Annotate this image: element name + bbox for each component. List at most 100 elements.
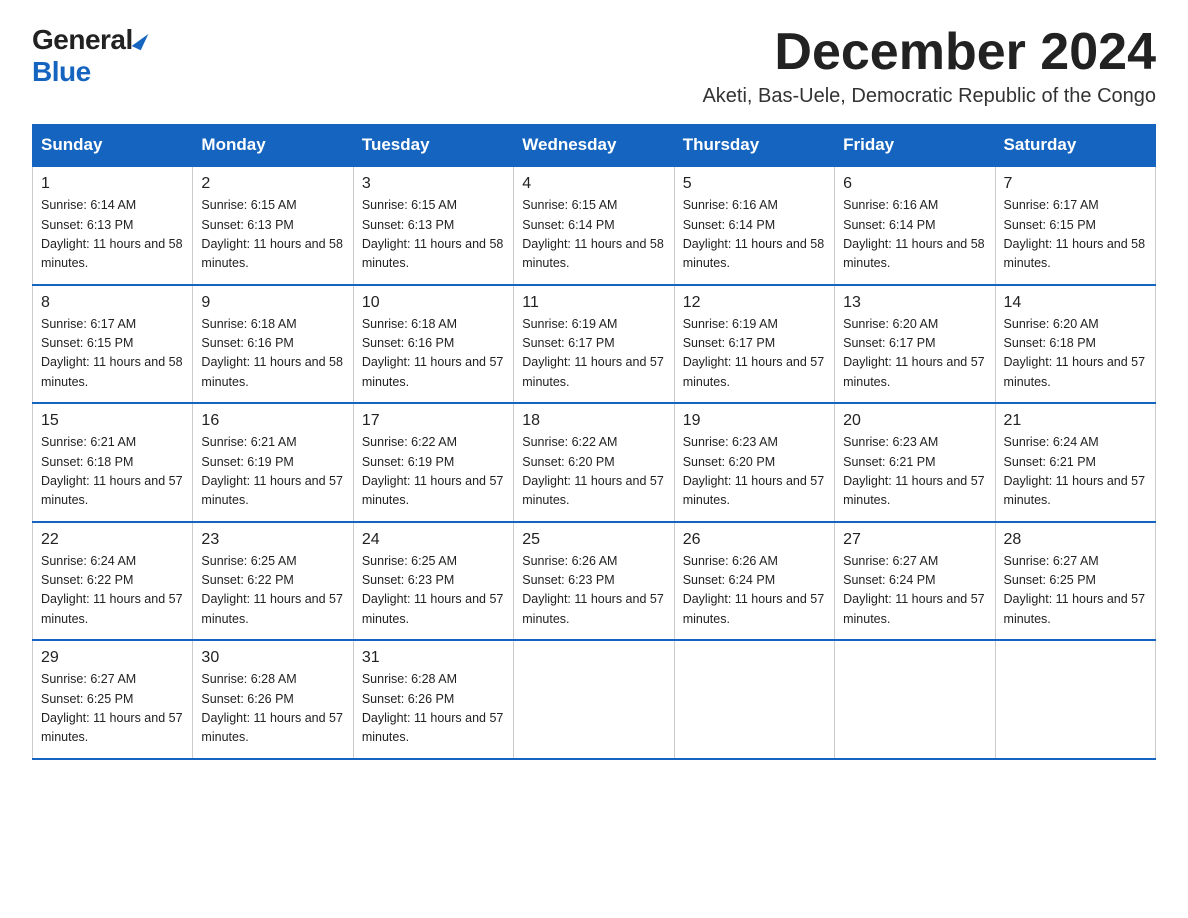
day-info: Sunrise: 6:14 AMSunset: 6:13 PMDaylight:… (41, 196, 184, 274)
calendar-cell: 23 Sunrise: 6:25 AMSunset: 6:22 PMDayligh… (193, 522, 353, 641)
day-number: 21 (1004, 412, 1147, 430)
calendar-week-row: 8 Sunrise: 6:17 AMSunset: 6:15 PMDaylight… (33, 285, 1156, 404)
day-number: 5 (683, 175, 826, 193)
calendar-cell: 11Sunrise: 6:19 AMSunset: 6:17 PMDayligh… (514, 285, 674, 404)
calendar-table: SundayMondayTuesdayWednesdayThursdayFrid… (32, 124, 1156, 760)
calendar-cell: 22 Sunrise: 6:24 AMSunset: 6:22 PMDayligh… (33, 522, 193, 641)
calendar-cell: 8 Sunrise: 6:17 AMSunset: 6:15 PMDaylight… (33, 285, 193, 404)
day-number: 31 (362, 649, 505, 667)
day-info: Sunrise: 6:18 AMSunset: 6:16 PMDaylight:… (362, 315, 505, 393)
calendar-cell (835, 640, 995, 759)
day-number: 1 (41, 175, 184, 193)
calendar-week-row: 15 Sunrise: 6:21 AMSunset: 6:18 PMDayligh… (33, 403, 1156, 522)
logo-triangle-icon (131, 30, 148, 51)
day-number: 22 (41, 531, 184, 549)
day-number: 12 (683, 294, 826, 312)
calendar-cell: 10Sunrise: 6:18 AMSunset: 6:16 PMDayligh… (353, 285, 513, 404)
day-info: Sunrise: 6:23 AMSunset: 6:21 PMDaylight:… (843, 433, 986, 511)
page-header: General Blue December 2024 Aketi, Bas-Ue… (32, 24, 1156, 108)
day-number: 20 (843, 412, 986, 430)
day-number: 9 (201, 294, 344, 312)
day-number: 15 (41, 412, 184, 430)
calendar-cell: 14 Sunrise: 6:20 AMSunset: 6:18 PMDayligh… (995, 285, 1155, 404)
day-number: 30 (201, 649, 344, 667)
day-header-friday: Friday (835, 125, 995, 167)
day-info: Sunrise: 6:27 AMSunset: 6:25 PMDaylight:… (41, 670, 184, 748)
day-info: Sunrise: 6:16 AMSunset: 6:14 PMDaylight:… (843, 196, 986, 274)
day-number: 8 (41, 294, 184, 312)
day-header-wednesday: Wednesday (514, 125, 674, 167)
day-number: 4 (522, 175, 665, 193)
calendar-cell: 1 Sunrise: 6:14 AMSunset: 6:13 PMDaylight… (33, 166, 193, 285)
calendar-cell: 21Sunrise: 6:24 AMSunset: 6:21 PMDayligh… (995, 403, 1155, 522)
logo-blue-text: Blue (32, 56, 91, 88)
day-info: Sunrise: 6:24 AMSunset: 6:22 PMDaylight:… (41, 552, 184, 630)
day-number: 7 (1004, 175, 1147, 193)
day-header-thursday: Thursday (674, 125, 834, 167)
calendar-cell: 4 Sunrise: 6:15 AMSunset: 6:14 PMDaylight… (514, 166, 674, 285)
calendar-cell: 12Sunrise: 6:19 AMSunset: 6:17 PMDayligh… (674, 285, 834, 404)
day-info: Sunrise: 6:25 AMSunset: 6:22 PMDaylight:… (201, 552, 344, 630)
calendar-cell: 25Sunrise: 6:26 AMSunset: 6:23 PMDayligh… (514, 522, 674, 641)
calendar-cell: 27Sunrise: 6:27 AMSunset: 6:24 PMDayligh… (835, 522, 995, 641)
day-info: Sunrise: 6:26 AMSunset: 6:24 PMDaylight:… (683, 552, 826, 630)
calendar-cell: 7 Sunrise: 6:17 AMSunset: 6:15 PMDaylight… (995, 166, 1155, 285)
calendar-week-row: 22 Sunrise: 6:24 AMSunset: 6:22 PMDayligh… (33, 522, 1156, 641)
day-info: Sunrise: 6:23 AMSunset: 6:20 PMDaylight:… (683, 433, 826, 511)
calendar-cell: 5 Sunrise: 6:16 AMSunset: 6:14 PMDaylight… (674, 166, 834, 285)
calendar-cell: 29 Sunrise: 6:27 AMSunset: 6:25 PMDayligh… (33, 640, 193, 759)
day-info: Sunrise: 6:17 AMSunset: 6:15 PMDaylight:… (1004, 196, 1147, 274)
calendar-cell: 3 Sunrise: 6:15 AMSunset: 6:13 PMDaylight… (353, 166, 513, 285)
calendar-cell: 28 Sunrise: 6:27 AMSunset: 6:25 PMDayligh… (995, 522, 1155, 641)
day-header-tuesday: Tuesday (353, 125, 513, 167)
day-header-sunday: Sunday (33, 125, 193, 167)
day-number: 28 (1004, 531, 1147, 549)
day-info: Sunrise: 6:17 AMSunset: 6:15 PMDaylight:… (41, 315, 184, 393)
day-info: Sunrise: 6:15 AMSunset: 6:13 PMDaylight:… (362, 196, 505, 274)
day-number: 6 (843, 175, 986, 193)
day-number: 14 (1004, 294, 1147, 312)
day-info: Sunrise: 6:18 AMSunset: 6:16 PMDaylight:… (201, 315, 344, 393)
calendar-cell: 20 Sunrise: 6:23 AMSunset: 6:21 PMDayligh… (835, 403, 995, 522)
title-block: December 2024 Aketi, Bas-Uele, Democrati… (702, 24, 1156, 108)
day-number: 25 (522, 531, 665, 549)
day-number: 3 (362, 175, 505, 193)
calendar-week-row: 29 Sunrise: 6:27 AMSunset: 6:25 PMDayligh… (33, 640, 1156, 759)
location-subtitle: Aketi, Bas-Uele, Democratic Republic of … (702, 85, 1156, 108)
day-number: 17 (362, 412, 505, 430)
day-info: Sunrise: 6:25 AMSunset: 6:23 PMDaylight:… (362, 552, 505, 630)
day-number: 19 (683, 412, 826, 430)
logo-general-text: General (32, 24, 133, 56)
day-number: 2 (201, 175, 344, 193)
day-number: 18 (522, 412, 665, 430)
day-number: 24 (362, 531, 505, 549)
day-number: 16 (201, 412, 344, 430)
day-info: Sunrise: 6:21 AMSunset: 6:19 PMDaylight:… (201, 433, 344, 511)
calendar-cell: 2 Sunrise: 6:15 AMSunset: 6:13 PMDaylight… (193, 166, 353, 285)
day-header-monday: Monday (193, 125, 353, 167)
calendar-cell: 18 Sunrise: 6:22 AMSunset: 6:20 PMDayligh… (514, 403, 674, 522)
day-number: 11 (522, 294, 665, 312)
day-info: Sunrise: 6:15 AMSunset: 6:14 PMDaylight:… (522, 196, 665, 274)
day-info: Sunrise: 6:22 AMSunset: 6:19 PMDaylight:… (362, 433, 505, 511)
day-info: Sunrise: 6:20 AMSunset: 6:17 PMDaylight:… (843, 315, 986, 393)
day-number: 26 (683, 531, 826, 549)
calendar-cell: 9 Sunrise: 6:18 AMSunset: 6:16 PMDaylight… (193, 285, 353, 404)
day-number: 29 (41, 649, 184, 667)
day-info: Sunrise: 6:16 AMSunset: 6:14 PMDaylight:… (683, 196, 826, 274)
day-info: Sunrise: 6:15 AMSunset: 6:13 PMDaylight:… (201, 196, 344, 274)
day-number: 13 (843, 294, 986, 312)
calendar-cell: 19 Sunrise: 6:23 AMSunset: 6:20 PMDayligh… (674, 403, 834, 522)
day-info: Sunrise: 6:28 AMSunset: 6:26 PMDaylight:… (362, 670, 505, 748)
day-info: Sunrise: 6:20 AMSunset: 6:18 PMDaylight:… (1004, 315, 1147, 393)
calendar-cell: 16 Sunrise: 6:21 AMSunset: 6:19 PMDayligh… (193, 403, 353, 522)
calendar-cell: 24 Sunrise: 6:25 AMSunset: 6:23 PMDayligh… (353, 522, 513, 641)
day-info: Sunrise: 6:21 AMSunset: 6:18 PMDaylight:… (41, 433, 184, 511)
day-info: Sunrise: 6:22 AMSunset: 6:20 PMDaylight:… (522, 433, 665, 511)
calendar-cell (995, 640, 1155, 759)
day-info: Sunrise: 6:28 AMSunset: 6:26 PMDaylight:… (201, 670, 344, 748)
calendar-cell (674, 640, 834, 759)
day-number: 23 (201, 531, 344, 549)
day-info: Sunrise: 6:27 AMSunset: 6:25 PMDaylight:… (1004, 552, 1147, 630)
calendar-cell: 30 Sunrise: 6:28 AMSunset: 6:26 PMDayligh… (193, 640, 353, 759)
